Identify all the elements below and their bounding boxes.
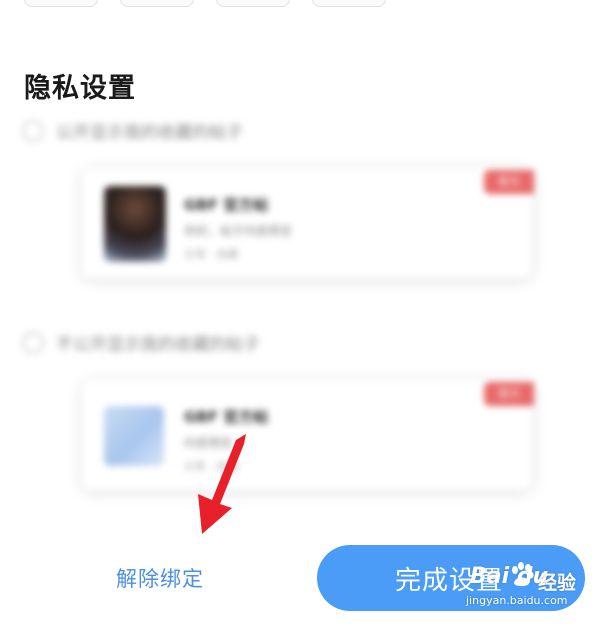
radio-button[interactable] [22,331,44,354]
option-label: 不公开显示我的收藏的帖子 [56,335,260,355]
watermark: Bai du 经验 jingyan.baidu.com [462,558,602,618]
privacy-option-private[interactable]: 不公开显示我的收藏的帖子 [22,330,260,355]
watermark-url: jingyan.baidu.com [466,594,568,607]
annotation-arrow-icon [198,434,246,534]
preview-card: GBF 官方帖 内容预览 分享 · 收藏 官方 [82,380,534,490]
post-description: 你好，帖子内容预览 [184,224,293,238]
top-tab-row [24,0,386,7]
top-tab[interactable] [312,0,386,7]
post-title: GBF 官方帖 [184,408,269,426]
paw-icon [512,562,534,586]
unbind-button[interactable]: 解除绑定 [116,563,204,593]
post-meta: 分享 · 收藏 [184,248,239,261]
post-title: GBF 官方帖 [184,196,269,214]
watermark-product: 经验 [538,572,577,594]
section-title: 隐私设置 [24,73,136,104]
post-thumbnail [104,186,166,262]
option-label: 公开显示我的收藏的帖子 [56,123,243,143]
radio-button[interactable] [22,119,44,142]
preview-card: GBF 官方帖 你好，帖子内容预览 分享 · 收藏 官方 [82,168,534,278]
post-tag-badge: 官方 [484,382,534,406]
top-tab[interactable] [24,0,98,7]
post-thumbnail [104,406,164,466]
privacy-option-public[interactable]: 公开显示我的收藏的帖子 [22,118,243,143]
top-tab[interactable] [216,0,290,7]
post-tag-badge: 官方 [484,170,534,194]
top-tab[interactable] [120,0,194,7]
